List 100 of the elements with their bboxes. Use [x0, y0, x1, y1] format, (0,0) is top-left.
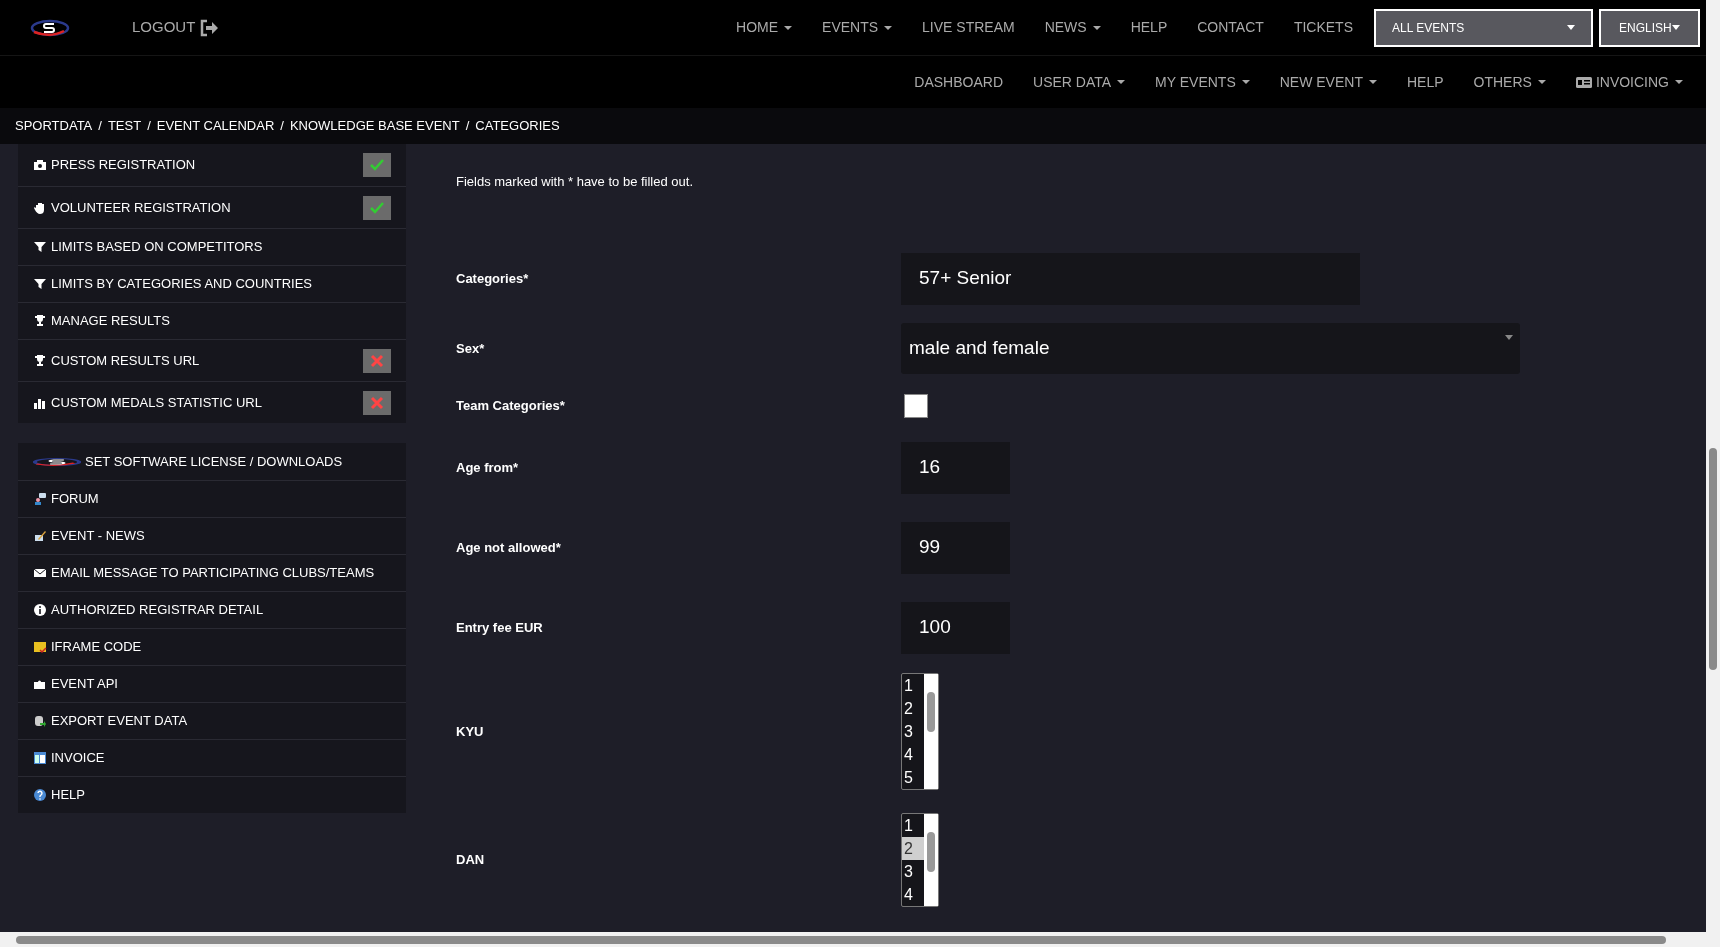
checkbox[interactable] [904, 393, 928, 418]
list-option[interactable]: 4 [902, 743, 924, 766]
sidebar-item[interactable]: EMAIL MESSAGE TO PARTICIPATING CLUBS/TEAMS [18, 554, 406, 591]
caret-icon [1672, 25, 1680, 30]
trophy-icon [33, 314, 47, 328]
sidebar-item[interactable]: EVENT API [18, 665, 406, 702]
nav-link[interactable]: HOME [721, 17, 808, 38]
breadcrumb-separator: / [280, 117, 284, 136]
event-select[interactable]: ALL EVENTS [1374, 8, 1593, 47]
nav-link[interactable]: MY EVENTS [1140, 71, 1265, 93]
list-option[interactable]: 1 [902, 813, 924, 837]
list-option[interactable]: 3 [902, 720, 924, 743]
caret-icon [1537, 80, 1546, 84]
caret-icon [784, 26, 793, 31]
sidebar-item[interactable]: FORUM [18, 480, 406, 517]
field-label: Sex* [456, 339, 486, 358]
scrollbar[interactable] [924, 674, 938, 789]
field-label: Age from* [456, 458, 520, 477]
check-icon[interactable] [363, 195, 391, 220]
number-field[interactable]: 100 [901, 601, 1010, 654]
sidebar-item[interactable]: IFRAME CODE [18, 628, 406, 665]
list-option[interactable]: 2 [902, 697, 924, 720]
breadcrumb-link[interactable]: KNOWLEDGE BASE EVENT [289, 116, 460, 136]
caret-icon [1368, 80, 1377, 84]
hand-icon [33, 200, 47, 215]
scrollbar[interactable] [924, 813, 938, 906]
nav-link[interactable]: TICKETS [1278, 17, 1368, 38]
sidebar-item[interactable]: CUSTOM MEDALS STATISTIC URL [18, 381, 406, 423]
nav-link[interactable]: NEW EVENT [1264, 71, 1392, 93]
horizontal-scrollbar[interactable] [0, 932, 1720, 947]
sidebar-item[interactable]: LIMITS BY CATEGORIES AND COUNTRIES [18, 265, 406, 302]
nav-link[interactable]: HELP [1391, 71, 1459, 93]
breadcrumb-separator: / [98, 117, 102, 136]
breadcrumb-link[interactable]: EVENT CALENDAR [156, 116, 275, 136]
caret-icon [1505, 335, 1513, 340]
list-option[interactable]: 3 [902, 859, 924, 883]
logout-link[interactable]: LOGOUT [132, 16, 220, 39]
breadcrumb-link[interactable]: SPORTDATA [15, 116, 93, 136]
pencil-icon [33, 529, 47, 543]
sidebar-item[interactable]: EXPORT EVENT DATA [18, 702, 406, 739]
help-icon [33, 788, 47, 802]
text-field[interactable]: 57+ Senior [901, 252, 1360, 305]
info-icon [33, 603, 47, 617]
required-fields-note: Fields marked with * have to be filled out. [456, 173, 694, 191]
vertical-scrollbar[interactable] [1706, 0, 1720, 932]
database-export-icon [33, 714, 47, 728]
listbox[interactable]: 1 2 3 4 [901, 812, 939, 907]
caret-icon [1092, 26, 1101, 31]
logout-icon [199, 18, 220, 37]
sidebar-item[interactable]: INVOICE [18, 739, 406, 776]
nav-link[interactable]: DASHBOARD [899, 71, 1018, 93]
list-option[interactable]: 4 [902, 882, 924, 906]
filter-icon [33, 277, 47, 291]
field-label: Entry fee EUR [456, 618, 544, 637]
field-label: Age not allowed* [456, 538, 562, 557]
field-label: Categories* [456, 269, 530, 288]
nav-link[interactable]: OTHERS [1458, 71, 1561, 93]
caret-icon [1117, 80, 1126, 84]
select-field[interactable]: male and female [901, 323, 1520, 374]
field-label: KYU [456, 722, 485, 741]
sidebar-item[interactable]: SET SOFTWARE LICENSE / DOWNLOADS [18, 443, 406, 480]
list-option[interactable]: 2 [902, 836, 924, 860]
nav-link[interactable]: LIVE STREAM [907, 17, 1030, 38]
breadcrumb-separator: / [147, 117, 151, 136]
field-label: DAN [456, 850, 486, 869]
caret-icon [1567, 25, 1575, 30]
breadcrumb-link[interactable]: TEST [107, 116, 142, 136]
sidebar-item[interactable]: LIMITS BASED ON COMPETITORS [18, 228, 406, 265]
check-icon[interactable] [363, 153, 391, 177]
nav-link[interactable]: USER DATA [1018, 71, 1141, 93]
nav-link[interactable]: CONTACT [1182, 17, 1279, 38]
sidebar-item[interactable]: EVENT - NEWS [18, 517, 406, 554]
table-icon [33, 751, 47, 765]
logo-icon[interactable] [30, 17, 70, 38]
sidebar-item[interactable]: AUTHORIZED REGISTRAR DETAIL [18, 591, 406, 628]
listbox[interactable]: 1 2 3 4 5 [901, 673, 939, 790]
caret-icon [1675, 80, 1683, 84]
sidebar-item[interactable]: CUSTOM RESULTS URL [18, 339, 406, 381]
sidebar-item[interactable]: HELP [18, 776, 406, 813]
filter-icon [33, 240, 47, 254]
css-file-icon [33, 640, 47, 654]
nav-link[interactable]: EVENTS [807, 17, 908, 38]
number-field[interactable]: 99 [901, 521, 1010, 574]
list-option[interactable]: 5 [902, 766, 924, 789]
list-option[interactable]: 1 [902, 674, 924, 697]
cross-icon[interactable] [363, 348, 391, 373]
breadcrumb-link[interactable]: CATEGORIES [475, 116, 560, 136]
language-select[interactable]: ENGLISH [1599, 8, 1700, 47]
camera-icon [33, 158, 47, 172]
sidebar-item[interactable]: PRESS REGISTRATION [18, 144, 406, 186]
number-field[interactable]: 16 [901, 441, 1010, 494]
nav-link[interactable]: INVOICING [1560, 71, 1698, 93]
cross-icon[interactable] [363, 390, 391, 415]
nav-link[interactable]: NEWS [1029, 17, 1116, 38]
id-card-icon [1575, 76, 1592, 88]
breadcrumb-separator: / [465, 117, 470, 136]
nav-link[interactable]: HELP [1115, 17, 1183, 38]
speech-bubble-person-icon [33, 492, 47, 506]
sidebar-item[interactable]: MANAGE RESULTS [18, 302, 406, 339]
sidebar-item[interactable]: VOLUNTEER REGISTRATION [18, 186, 406, 228]
